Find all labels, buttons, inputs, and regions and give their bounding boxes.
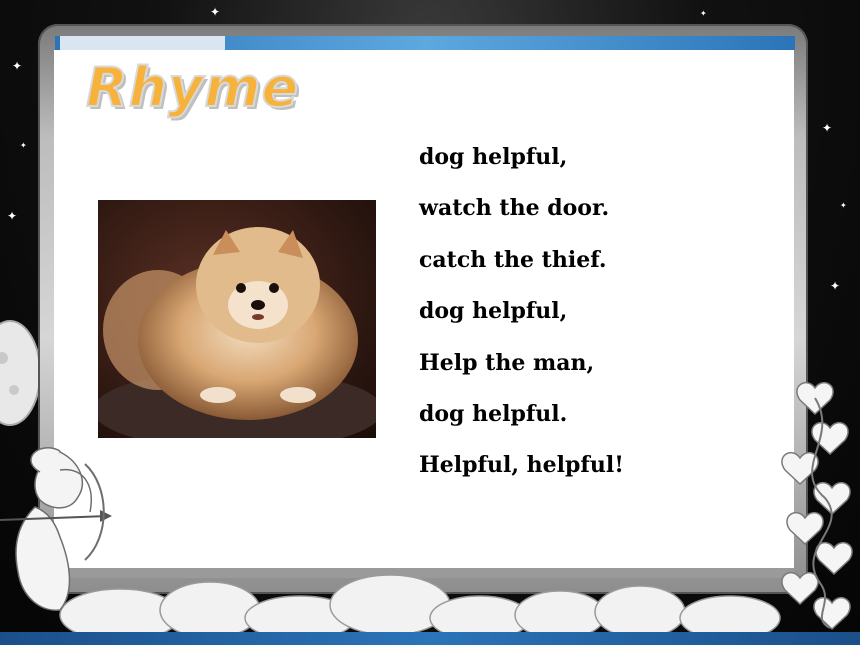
- rhyme-line: Help the man,: [419, 349, 595, 376]
- moon-decoration: [0, 320, 40, 426]
- star-icon: ✦: [840, 201, 847, 210]
- rhyme-text: dog helpful, watch the door. catch the t…: [419, 140, 779, 500]
- slide-background: ✦ ✦ ✦ ✦ ✦ ✦ ✦ ✦ Rhyme dog helpful, watch…: [0, 0, 860, 645]
- cloud-decoration: [59, 574, 781, 635]
- star-icon: ✦: [822, 121, 833, 135]
- star-icon: ✦: [7, 209, 18, 223]
- rhyme-line: dog helpful.: [419, 400, 568, 427]
- star-icon: ✦: [20, 141, 27, 150]
- header-bar-left: [60, 36, 225, 50]
- rhyme-line: Helpful, helpful!: [419, 452, 624, 479]
- star-icon: ✦: [700, 9, 707, 18]
- star-icon: ✦: [830, 279, 841, 293]
- cupid-illustration: [0, 447, 112, 611]
- rhyme-line: dog helpful,: [419, 144, 568, 170]
- pomeranian-image: [98, 227, 376, 438]
- dog-photo: [98, 200, 376, 438]
- rhyme-line: watch the door.: [419, 195, 610, 222]
- slide-title: Rhyme: [85, 55, 300, 120]
- star-icon: ✦: [210, 5, 221, 19]
- footer-accent-bar: [0, 632, 860, 645]
- heart-vine-decoration: [781, 382, 853, 631]
- rhyme-line: catch the thief.: [419, 246, 607, 273]
- rhyme-line: dog helpful,: [419, 298, 568, 325]
- star-icon: ✦: [12, 59, 23, 73]
